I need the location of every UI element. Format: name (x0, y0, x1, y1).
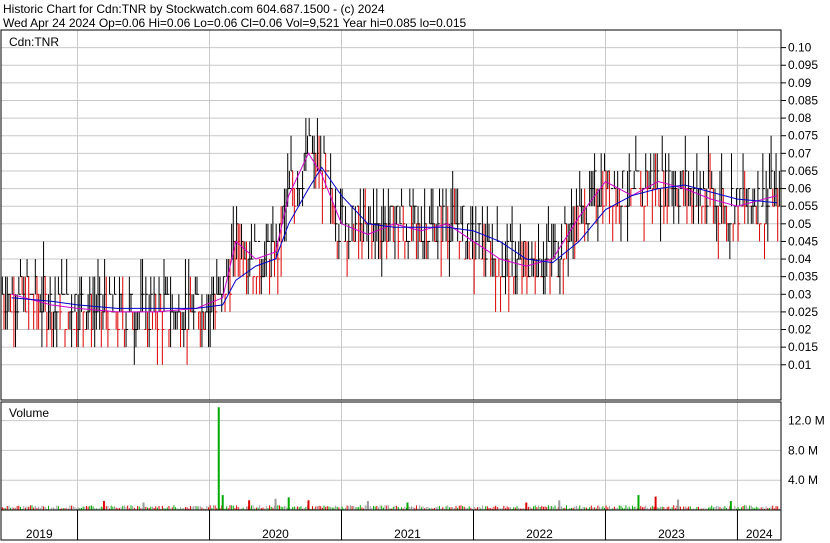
year-label: 2023 (658, 527, 685, 541)
price-tick-label: 0.08 (788, 111, 812, 125)
moving-average-lines (11, 152, 778, 313)
price-tick-label: 0.035 (788, 270, 818, 284)
year-label: 2019 (26, 527, 53, 541)
price-tick-label: 0.095 (788, 58, 818, 72)
price-tick-label: 0.05 (788, 217, 812, 231)
price-tick-label: 0.065 (788, 164, 818, 178)
volume-panel-label: Volume (9, 406, 49, 420)
price-panel-label: Cdn:TNR (9, 35, 59, 49)
volume-tick-label: 4.0 M (788, 473, 818, 487)
price-tick-label: 0.045 (788, 234, 818, 248)
price-tick-label: 0.055 (788, 199, 818, 213)
stock-chart: 0.10 0.095 0.09 0.085 0.08 0.075 0.07 0.065 0.06… (0, 29, 825, 541)
short-moving-average (11, 152, 778, 313)
price-tick-label: 0.10 (788, 41, 812, 55)
volume-tick-label: 8.0 M (788, 443, 818, 457)
year-label: 2020 (262, 527, 289, 541)
price-tick-label: 0.025 (788, 305, 818, 319)
price-tick-label: 0.06 (788, 182, 812, 196)
panel-frames (0, 29, 782, 541)
year-label: 2021 (394, 527, 421, 541)
price-tick-label: 0.03 (788, 287, 812, 301)
year-axis: 2019 2020 2021 2022 2023 2024 (26, 510, 773, 541)
grid-lines (1, 30, 781, 510)
year-label: 2022 (526, 527, 553, 541)
price-tick-label: 0.01 (788, 358, 812, 372)
volume-panel-frame (0, 401, 782, 511)
price-tick-label: 0.09 (788, 76, 812, 90)
volume-axis: 12.0 M 8.0 M 4.0 M (788, 414, 825, 488)
price-tick-label: 0.07 (788, 146, 812, 160)
price-tick-label: 0.085 (788, 93, 818, 107)
year-label: 2024 (746, 527, 773, 541)
price-tick-label: 0.075 (788, 129, 818, 143)
price-tick-label: 0.02 (788, 323, 812, 337)
price-axis: 0.10 0.095 0.09 0.085 0.08 0.075 0.07 0.065 0.06… (781, 41, 818, 372)
price-tick-label: 0.015 (788, 340, 818, 354)
price-tick-label: 0.04 (788, 252, 812, 266)
volume-bars (1, 407, 780, 510)
volume-tick-label: 12.0 M (788, 414, 825, 428)
